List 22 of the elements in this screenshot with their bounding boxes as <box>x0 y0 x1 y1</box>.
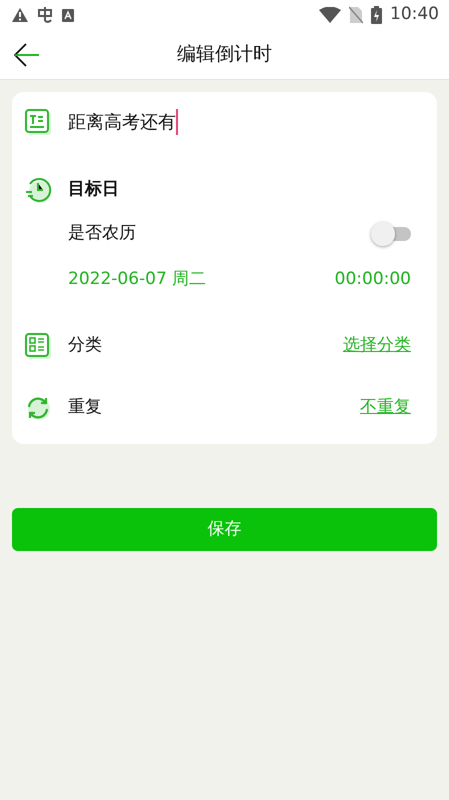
clock-time: 10:40 <box>390 3 439 26</box>
list-icon <box>24 332 52 360</box>
back-arrow-icon <box>14 42 40 67</box>
section-label: 目标日 <box>68 178 119 202</box>
warning-icon <box>12 8 28 22</box>
wifi-icon <box>319 7 341 23</box>
text-icon <box>24 108 52 136</box>
no-sim-icon <box>349 6 363 24</box>
repeat-label: 重复 <box>68 396 102 420</box>
repeat-link[interactable]: 不重复 <box>360 395 411 421</box>
date-picker[interactable]: 2022-06-07 周二 <box>68 267 206 293</box>
lunar-toggle[interactable] <box>371 222 411 246</box>
clock-icon <box>24 176 52 204</box>
time-picker[interactable]: 00:00:00 <box>334 267 411 293</box>
battery-icon <box>371 6 382 24</box>
lunar-label: 是否农历 <box>68 222 136 246</box>
page-title: 编辑倒计时 <box>177 42 272 68</box>
save-button[interactable]: 保存 <box>12 508 437 551</box>
text-cursor <box>176 109 178 135</box>
keyboard-icon <box>62 8 74 22</box>
category-label: 分类 <box>68 334 102 358</box>
choose-category-link[interactable]: 选择分类 <box>343 333 411 359</box>
